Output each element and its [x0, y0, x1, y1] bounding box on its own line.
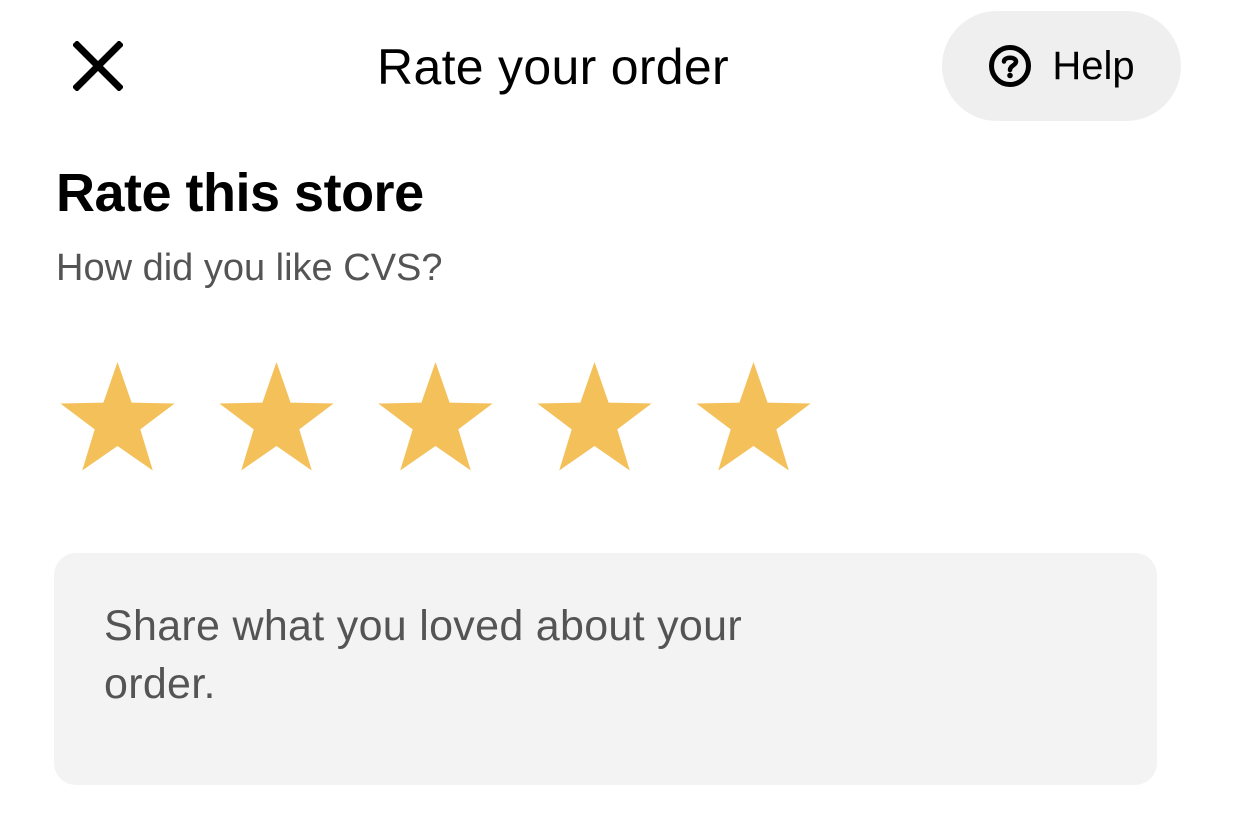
star-rating — [58, 362, 813, 475]
help-button[interactable]: Help — [942, 11, 1181, 121]
section-title: Rate this store — [56, 163, 424, 223]
star-icon[interactable] — [58, 362, 177, 475]
star-icon[interactable] — [694, 362, 813, 475]
star-icon[interactable] — [217, 362, 336, 475]
comment-field[interactable]: Share what you loved about your order. — [54, 553, 1157, 785]
comment-placeholder: Share what you loved about your order. — [104, 602, 742, 708]
help-label: Help — [1052, 44, 1135, 88]
question-circle-icon — [989, 45, 1032, 87]
star-icon[interactable] — [535, 362, 654, 475]
section-subtitle: How did you like CVS? — [56, 247, 443, 289]
page-title: Rate your order — [377, 39, 729, 95]
star-icon[interactable] — [376, 362, 495, 475]
